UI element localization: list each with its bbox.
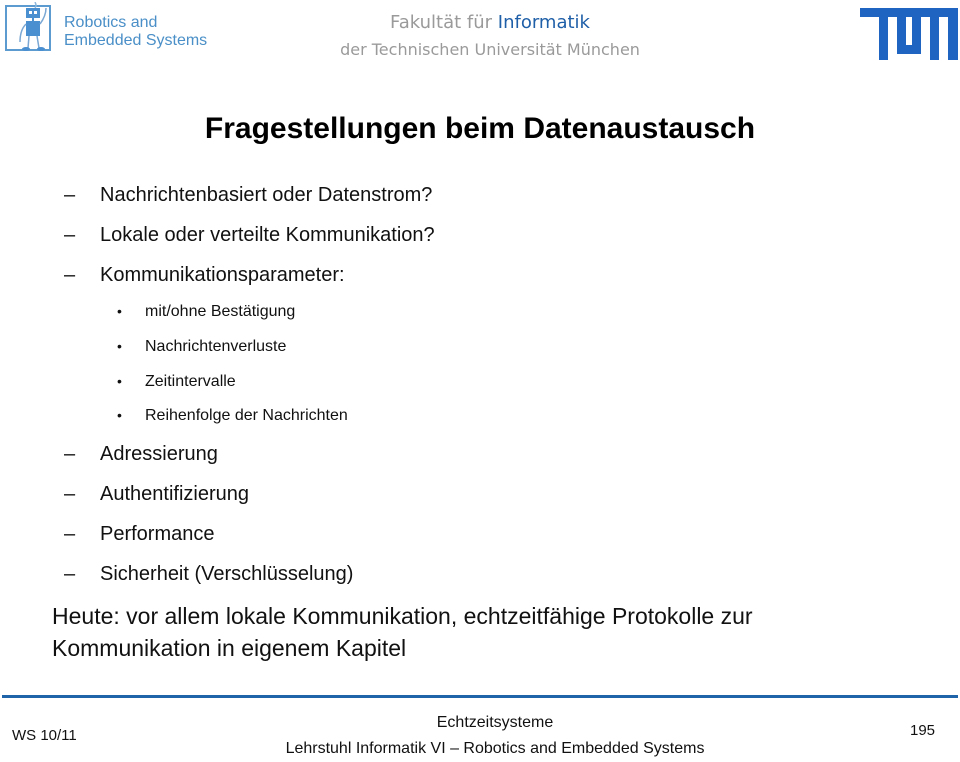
list-item-text: Authentifizierung bbox=[100, 483, 249, 505]
list-item-text: Adressierung bbox=[100, 443, 218, 465]
summary-text: Heute: vor allem lokale Kommunikation, e… bbox=[52, 600, 753, 664]
footer-course: Echtzeitsysteme bbox=[436, 714, 554, 731]
bullet-marker-icon: • bbox=[117, 407, 122, 423]
list-item-text: Nachrichtenverluste bbox=[145, 338, 287, 355]
list-item-text: Zeitintervalle bbox=[145, 373, 236, 390]
list-item: – Lokale oder verteilte Kommunikation? bbox=[64, 224, 435, 247]
faculty-accent: Informatik bbox=[497, 12, 590, 33]
robotics-logo-line2: Embedded Systems bbox=[64, 32, 208, 49]
robotics-logo: Robotics and Embedded Systems bbox=[4, 2, 234, 54]
dash-marker-icon: – bbox=[64, 443, 76, 465]
slide-title: Fragestellungen beim Datenaustausch bbox=[204, 112, 756, 145]
summary-line1: Heute: vor allem lokale Kommunikation, e… bbox=[52, 603, 753, 629]
summary-line2: Kommunikation in eigenem Kapitel bbox=[52, 635, 407, 661]
list-item-text: Reihenfolge der Nachrichten bbox=[145, 407, 348, 424]
list-item-text: Sicherheit (Verschlüsselung) bbox=[100, 563, 354, 585]
list-item: – Nachrichtenbasiert oder Datenstrom? bbox=[64, 184, 432, 207]
robotics-logo-text: Robotics and Embedded Systems bbox=[64, 14, 207, 50]
sub-list-item: • mit/ohne Bestätigung bbox=[117, 303, 295, 321]
tum-logo-icon bbox=[860, 8, 958, 60]
list-item-text: Kommunikationsparameter: bbox=[100, 264, 345, 286]
footer-course-info: Echtzeitsysteme Lehrstuhl Informatik VI … bbox=[240, 710, 750, 762]
list-item-text: Nachrichtenbasiert oder Datenstrom? bbox=[100, 184, 433, 206]
bullet-marker-icon: • bbox=[117, 338, 122, 354]
bullet-marker-icon: • bbox=[117, 303, 122, 319]
list-item-text: Lokale oder verteilte Kommunikation? bbox=[100, 224, 435, 246]
sub-list-item: • Reihenfolge der Nachrichten bbox=[117, 407, 348, 425]
list-item: – Authentifizierung bbox=[64, 483, 249, 506]
university-name: der Technischen Universität München bbox=[340, 40, 640, 59]
faculty-line1: Fakultät für Informatik bbox=[300, 10, 680, 36]
faculty-prefix: Fakultät für bbox=[390, 12, 498, 33]
list-item: – Sicherheit (Verschlüsselung) bbox=[64, 563, 353, 586]
robotics-logo-line1: Robotics and bbox=[64, 14, 158, 31]
footer-divider bbox=[2, 695, 958, 698]
bullet-marker-icon: • bbox=[117, 373, 122, 389]
list-item: – Performance bbox=[64, 523, 215, 546]
dash-marker-icon: – bbox=[64, 224, 76, 246]
dash-marker-icon: – bbox=[64, 264, 76, 286]
list-item: – Kommunikationsparameter: bbox=[64, 264, 345, 287]
dash-marker-icon: – bbox=[64, 563, 76, 585]
list-item-text: mit/ohne Bestätigung bbox=[145, 303, 296, 320]
list-item-text: Performance bbox=[100, 523, 215, 545]
sub-list-item: • Nachrichtenverluste bbox=[117, 338, 286, 356]
dash-marker-icon: – bbox=[64, 483, 76, 505]
robot-icon bbox=[5, 2, 51, 51]
dash-marker-icon: – bbox=[64, 184, 76, 206]
list-item: – Adressierung bbox=[64, 443, 218, 466]
footer-semester: WS 10/11 bbox=[12, 727, 77, 744]
footer-chair: Lehrstuhl Informatik VI – Robotics and E… bbox=[285, 740, 705, 757]
sub-list-item: • Zeitintervalle bbox=[117, 373, 236, 391]
dash-marker-icon: – bbox=[64, 523, 76, 545]
faculty-header: Fakultät für Informatik der Technischen … bbox=[300, 10, 680, 62]
page-number: 195 bbox=[910, 722, 936, 739]
